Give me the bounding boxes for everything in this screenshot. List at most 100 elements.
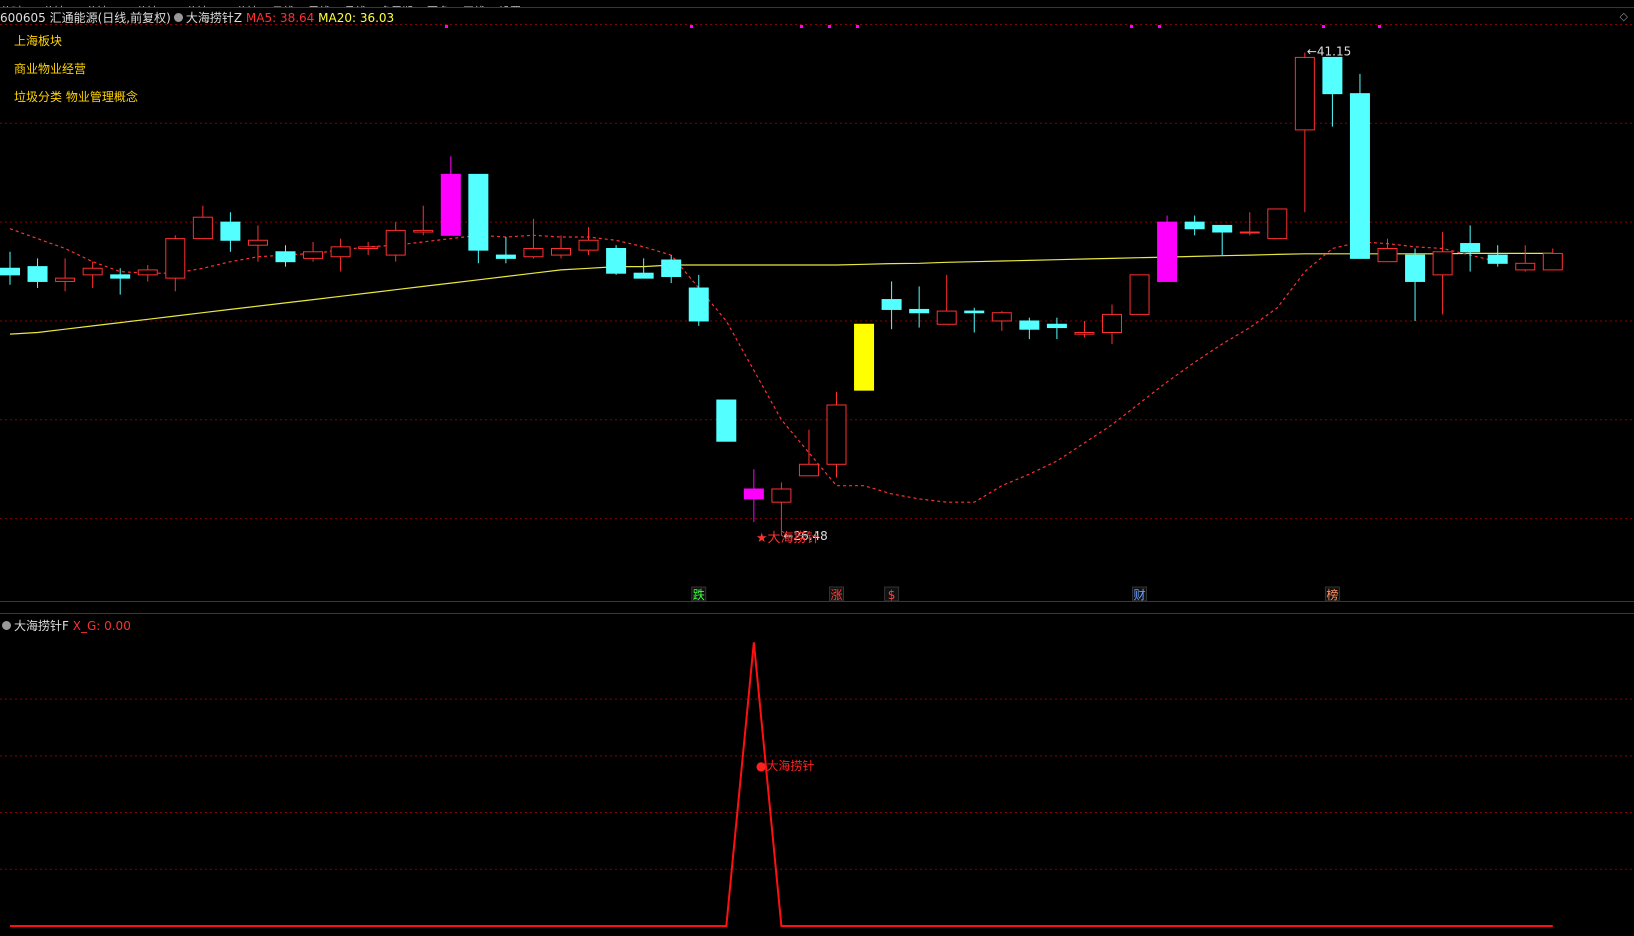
candle-body (1460, 243, 1481, 253)
candle-body (936, 310, 957, 325)
candle-body (413, 229, 434, 233)
candle (1432, 232, 1453, 315)
candle-body (358, 246, 379, 249)
kline-chart: ←41.15←26.48★大海捞针跌涨 $ 财榜●大海捞针 (0, 23, 1634, 927)
xg-signal-label: ●大海捞针 (756, 758, 814, 773)
candle-body (468, 173, 489, 251)
candle (110, 268, 131, 295)
candle-body (1377, 247, 1398, 263)
candle (330, 238, 351, 272)
candle-body (688, 287, 709, 322)
candle-body (606, 247, 627, 274)
candle (936, 274, 957, 325)
candle-body (110, 274, 131, 279)
candle-body (1019, 320, 1040, 330)
lower-indicator-name[interactable]: 大海捞针F (14, 619, 69, 633)
candle-body (303, 251, 324, 259)
candle (688, 274, 709, 326)
candle (468, 173, 489, 264)
event-label: $ (884, 586, 900, 602)
concept-tag[interactable]: 垃圾分类 物业管理概念 (14, 83, 138, 111)
candle (440, 156, 461, 236)
candle-body (385, 229, 406, 256)
candle-body (440, 173, 461, 236)
candle (27, 258, 48, 289)
candle (137, 264, 158, 282)
candle-body (1129, 274, 1150, 315)
candle (413, 205, 434, 236)
stock-title: 600605 汇通能源(日线,前复权) (0, 11, 171, 25)
candle (275, 245, 296, 267)
candle-body (137, 269, 158, 276)
candle-body (55, 277, 76, 282)
candle-body (1267, 208, 1288, 240)
candle (1157, 215, 1178, 282)
event-label: 跌 (691, 586, 707, 602)
candle (82, 261, 103, 289)
indicator-toggle-icon[interactable] (173, 13, 183, 22)
candle (743, 469, 764, 522)
candle (523, 218, 544, 259)
candle-body (716, 399, 737, 442)
candle-body (1349, 93, 1370, 259)
candle-body (1184, 221, 1205, 230)
candle (495, 236, 516, 264)
concept-tag[interactable]: 上海板块 (14, 27, 138, 55)
candle (0, 251, 20, 285)
candle (1294, 52, 1315, 213)
candle (1377, 238, 1398, 263)
candle (1349, 73, 1370, 259)
candle (220, 212, 241, 252)
candle-body (881, 299, 902, 310)
candle (854, 323, 875, 391)
signal-dot (1378, 25, 1381, 28)
candle-body (247, 239, 268, 246)
candle-body (1542, 252, 1563, 271)
candle (826, 391, 847, 478)
candle (716, 399, 737, 442)
candle (55, 258, 76, 292)
event-label-text: 榜 (1326, 587, 1338, 602)
indicator-name[interactable]: 大海捞针Z (186, 11, 242, 25)
candle-body (27, 266, 48, 282)
candle (1212, 224, 1233, 256)
indicator-toggle-icon[interactable] (2, 621, 11, 630)
event-label-text: 财 (1134, 588, 1146, 602)
candle-body (165, 238, 186, 279)
candle-body (909, 308, 930, 314)
candle (606, 245, 627, 275)
candle-body (1294, 56, 1315, 131)
candle (771, 482, 792, 536)
candle-body (1515, 262, 1536, 271)
candle-body (82, 267, 103, 276)
candle (661, 255, 682, 284)
concept-tag[interactable]: 商业物业经营 (14, 55, 138, 83)
signal-dot (445, 25, 448, 28)
candle (303, 241, 324, 262)
candle-body (1102, 313, 1122, 334)
candle-body (220, 221, 241, 241)
candle-body (1046, 323, 1067, 329)
candle (633, 258, 654, 279)
candle (798, 429, 819, 477)
signal-dot (856, 25, 859, 28)
signal-label: ★大海捞针 (756, 530, 820, 546)
candle (1129, 274, 1150, 315)
candle-body (275, 251, 296, 263)
candle-body (1487, 254, 1508, 264)
high-price-label: ←41.15 (1307, 44, 1351, 58)
signal-dot (828, 25, 831, 28)
candle-body (0, 267, 20, 276)
candle-body (854, 323, 875, 391)
candle-body (771, 488, 792, 503)
candle (1102, 304, 1122, 345)
event-label-text: 跌 (693, 587, 705, 602)
candle-body (991, 312, 1012, 322)
diamond-icon[interactable]: ◇ (1620, 10, 1628, 23)
event-label-text: 涨 (830, 587, 842, 602)
candle-body (743, 488, 764, 500)
candle-body (1322, 56, 1343, 95)
signal-dot (1322, 25, 1325, 28)
candle (1487, 245, 1508, 267)
candle (165, 235, 186, 292)
